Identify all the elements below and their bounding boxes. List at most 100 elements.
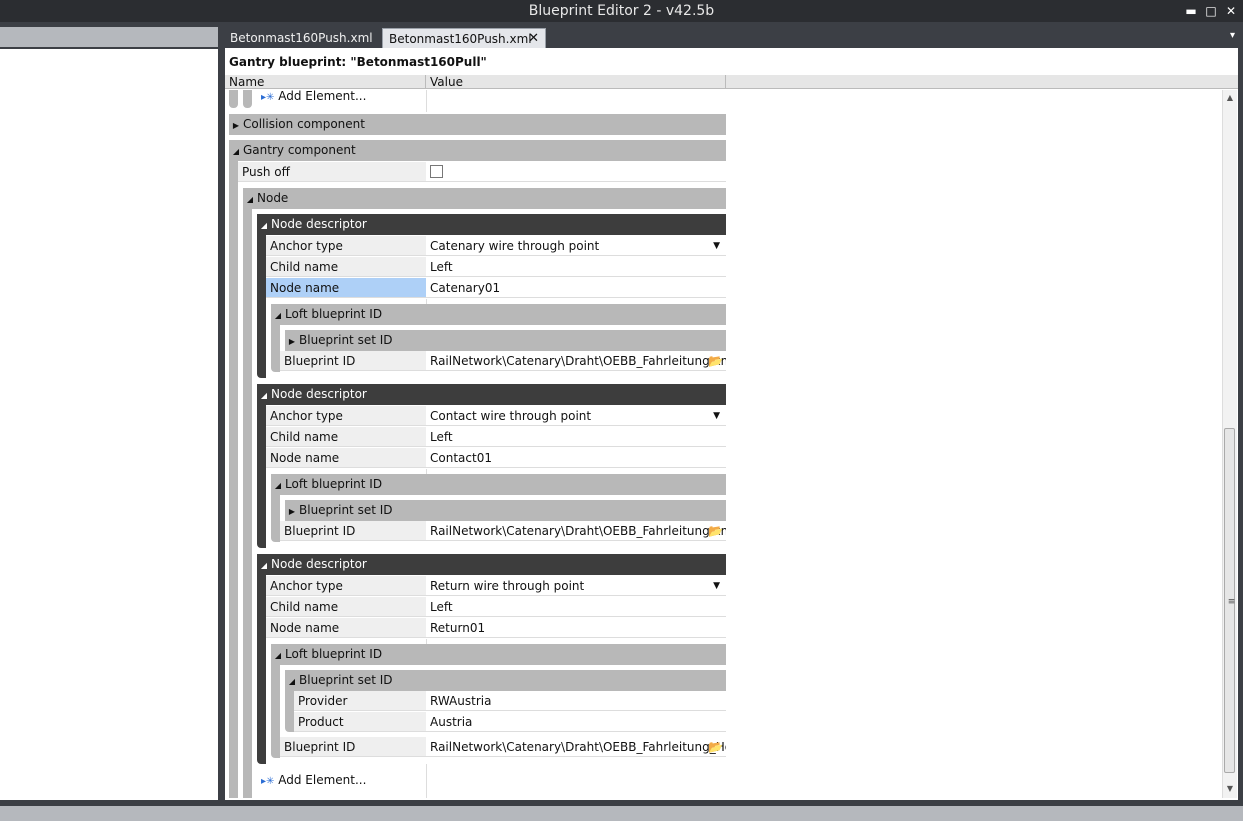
blueprint-id-field[interactable]: RailNetwork\Catenary\Draht\OEBB_Fahrleit… (426, 737, 726, 757)
child-name-label: Child name (266, 597, 426, 617)
node-descriptor-group-1[interactable]: ◢ Node descriptor (257, 214, 726, 235)
node-name-field[interactable]: Return01 (426, 618, 726, 638)
group-label: Loft blueprint ID (285, 477, 383, 491)
folder-icon[interactable]: 📂 (708, 521, 723, 540)
push-off-checkbox[interactable] (430, 165, 443, 178)
product-label: Product (294, 712, 426, 732)
add-element-button-bottom[interactable]: ▸✳ Add Element... (261, 770, 366, 790)
blueprint-set-id-group[interactable]: ◢ Blueprint set ID (285, 670, 726, 691)
add-element-label: Add Element... (278, 773, 367, 787)
scroll-down-arrow-icon[interactable]: ▼ (1223, 784, 1237, 793)
node-name-field[interactable]: Catenary01 (426, 278, 726, 298)
expanded-arrow-icon[interactable]: ◢ (271, 475, 285, 496)
group-label: Node descriptor (271, 557, 367, 571)
scroll-up-arrow-icon[interactable]: ▲ (1223, 93, 1237, 102)
group-label: Collision component (243, 117, 365, 131)
anchor-type-value: Contact wire through point (430, 409, 592, 423)
child-name-label: Child name (266, 427, 426, 447)
folder-icon[interactable]: 📂 (708, 351, 723, 370)
tree-bar (229, 90, 238, 108)
group-label: Node (257, 191, 289, 205)
vertical-scrollbar[interactable]: ▲ ≡ ▼ (1222, 90, 1237, 798)
anchor-type-dropdown[interactable]: Return wire through point ▼ (426, 576, 726, 596)
document-pane: Gantry blueprint: "Betonmast160Pull" Nam… (225, 48, 1238, 800)
blueprint-id-field[interactable]: RailNetwork\Catenary\Draht\OEBB_Fahrleit… (426, 351, 726, 371)
loft-blueprint-id-group[interactable]: ◢ Loft blueprint ID (271, 474, 726, 495)
node-descriptor-group-3[interactable]: ◢ Node descriptor (257, 554, 726, 575)
expanded-arrow-icon[interactable]: ◢ (243, 189, 257, 210)
blueprint-set-id-group[interactable]: ▶ Blueprint set ID (285, 330, 726, 351)
collision-component-group[interactable]: ▶ Collision component (229, 114, 726, 135)
property-grid: ▸✳ Add Element... ▶ Collision component ◢… (225, 90, 726, 798)
left-panel-header (0, 27, 218, 47)
blueprint-id-row: Blueprint ID RailNetwork\Catenary\Draht\… (280, 737, 726, 758)
node-name-field[interactable]: Contact01 (426, 448, 726, 468)
node-name-label: Node name (266, 448, 426, 468)
expanded-arrow-icon[interactable]: ◢ (285, 671, 299, 692)
push-off-label: Push off (238, 162, 426, 182)
blueprint-id-value: RailNetwork\Catenary\Draht\OEBB_Fahrleit… (430, 524, 726, 538)
expanded-arrow-icon[interactable]: ◢ (271, 645, 285, 666)
expanded-arrow-icon[interactable]: ◢ (229, 141, 243, 162)
scrollbar-thumb[interactable]: ≡ (1224, 428, 1235, 773)
node-name-row: Node name Return01 (266, 618, 726, 639)
group-label: Blueprint set ID (299, 333, 393, 347)
provider-field[interactable]: RWAustria (426, 691, 726, 711)
group-label: Blueprint set ID (299, 673, 393, 687)
column-header-name[interactable]: Name (225, 75, 426, 89)
product-field[interactable]: Austria (426, 712, 726, 732)
tree-bar (257, 554, 266, 764)
tree-bar (243, 188, 252, 798)
child-name-field[interactable]: Left (426, 427, 726, 447)
tree-bar (229, 140, 238, 798)
blueprint-id-value: RailNetwork\Catenary\Draht\OEBB_Fahrleit… (430, 740, 726, 754)
expanded-arrow-icon[interactable]: ◢ (271, 305, 285, 326)
child-name-field[interactable]: Left (426, 597, 726, 617)
node-name-label: Node name (266, 278, 426, 298)
column-divider (426, 764, 427, 798)
node-group[interactable]: ◢ Node (243, 188, 726, 209)
expanded-arrow-icon[interactable]: ◢ (257, 385, 271, 406)
collapsed-arrow-icon[interactable]: ▶ (229, 115, 243, 136)
dropdown-arrow-icon[interactable]: ▼ (713, 406, 720, 425)
anchor-type-row: Anchor type Return wire through point ▼ (266, 576, 726, 597)
anchor-type-dropdown[interactable]: Contact wire through point ▼ (426, 406, 726, 426)
node-descriptor-group-2[interactable]: ◢ Node descriptor (257, 384, 726, 405)
anchor-type-dropdown[interactable]: Catenary wire through point ▼ (426, 236, 726, 256)
gantry-component-group[interactable]: ◢ Gantry component (229, 140, 726, 161)
node-name-label: Node name (266, 618, 426, 638)
blueprint-set-id-group[interactable]: ▶ Blueprint set ID (285, 500, 726, 521)
blueprint-id-field[interactable]: RailNetwork\Catenary\Draht\OEBB_Fahrleit… (426, 521, 726, 541)
add-element-button-top[interactable]: ▸✳ Add Element... (261, 90, 366, 106)
minimize-button[interactable]: ▬ (1183, 3, 1199, 19)
provider-label: Provider (294, 691, 426, 711)
anchor-type-label: Anchor type (266, 576, 426, 596)
node-name-row: Node name Catenary01 (266, 278, 726, 299)
maximize-button[interactable]: □ (1203, 3, 1219, 19)
loft-blueprint-id-group[interactable]: ◢ Loft blueprint ID (271, 304, 726, 325)
status-bar (0, 806, 1243, 821)
collapsed-arrow-icon[interactable]: ▶ (285, 331, 299, 352)
dropdown-arrow-icon[interactable]: ▼ (713, 236, 720, 255)
tab-overflow-icon[interactable]: ▾ (1230, 30, 1235, 41)
tab-betonmast160push-1[interactable]: Betonmast160Push.xml (224, 28, 386, 48)
title-bar: Blueprint Editor 2 - v42.5b ▬ □ ✕ (0, 0, 1243, 22)
anchor-type-label: Anchor type (266, 236, 426, 256)
close-tab-icon[interactable]: ✕ (528, 29, 539, 49)
child-name-field[interactable]: Left (426, 257, 726, 277)
dropdown-arrow-icon[interactable]: ▼ (713, 576, 720, 595)
folder-icon[interactable]: 📂 (708, 737, 723, 756)
collapsed-arrow-icon[interactable]: ▶ (285, 501, 299, 522)
tab-label: Betonmast160Push.xml (389, 32, 532, 46)
close-window-button[interactable]: ✕ (1223, 3, 1239, 19)
expanded-arrow-icon[interactable]: ◢ (257, 215, 271, 236)
expanded-arrow-icon[interactable]: ◢ (257, 555, 271, 576)
child-name-row: Child name Left (266, 597, 726, 618)
product-row: Product Austria (294, 712, 726, 733)
push-off-value (426, 162, 726, 182)
tree-bar (243, 90, 252, 108)
loft-blueprint-id-group[interactable]: ◢ Loft blueprint ID (271, 644, 726, 665)
tab-betonmast160push-2[interactable]: Betonmast160Push.xml ✕ (382, 28, 546, 49)
column-header-value[interactable]: Value (426, 75, 726, 89)
document-header: Gantry blueprint: "Betonmast160Pull" (225, 48, 1238, 74)
